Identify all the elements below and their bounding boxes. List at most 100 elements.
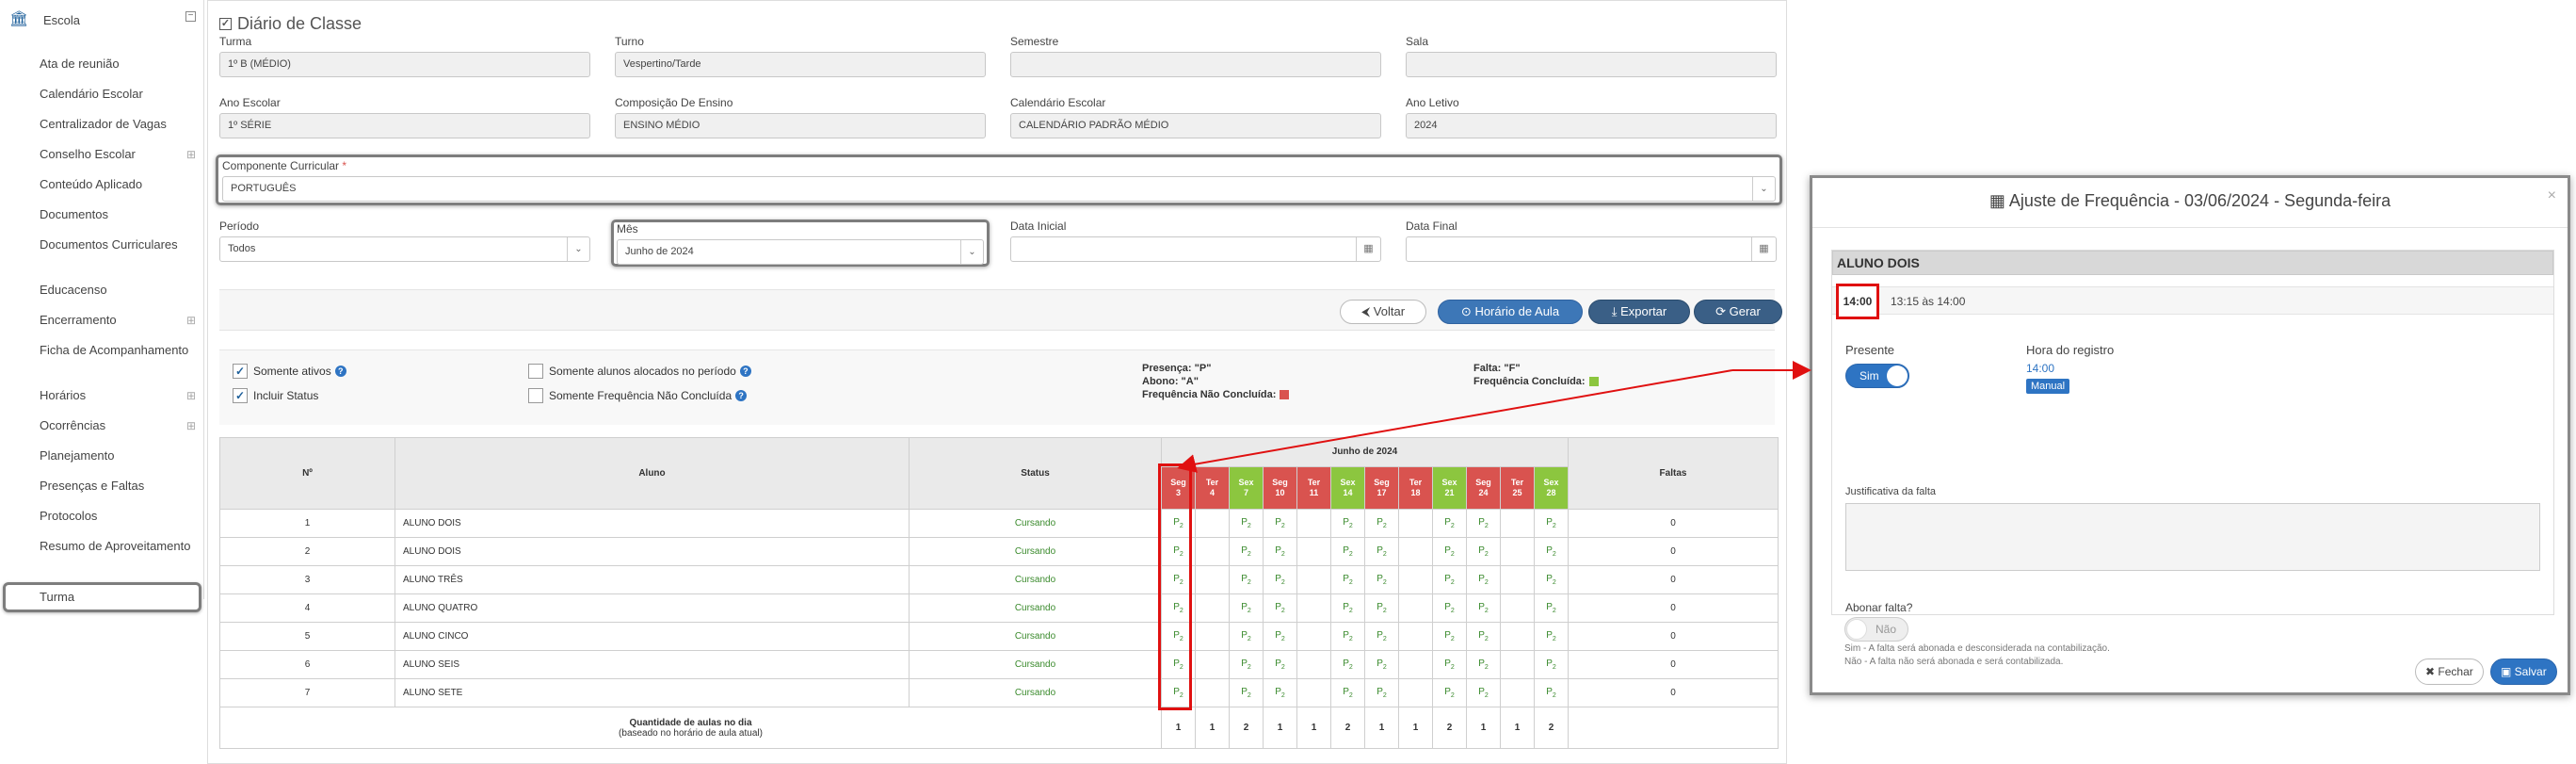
- attendance-cell[interactable]: [1296, 678, 1331, 707]
- attendance-cell[interactable]: [1500, 678, 1535, 707]
- attendance-cell[interactable]: P2: [1330, 565, 1365, 594]
- day-header[interactable]: Ter 4: [1195, 465, 1230, 511]
- attendance-cell[interactable]: P2: [1364, 622, 1399, 651]
- voltar-button[interactable]: ⮜ Voltar: [1340, 300, 1426, 324]
- day-header[interactable]: Seg 10: [1263, 465, 1297, 511]
- attendance-cell[interactable]: [1398, 509, 1433, 538]
- attendance-cell[interactable]: P2: [1432, 537, 1467, 566]
- attendance-cell[interactable]: P2: [1263, 509, 1297, 538]
- sidebar-item[interactable]: Resumo de Aproveitamento: [0, 531, 203, 577]
- day-header[interactable]: Seg 17: [1364, 465, 1399, 511]
- attendance-cell[interactable]: P2: [1263, 565, 1297, 594]
- sidebar-item[interactable]: Protocolos: [0, 501, 203, 531]
- day-header[interactable]: Sex 21: [1432, 465, 1467, 511]
- attendance-cell[interactable]: P2: [1534, 509, 1569, 538]
- attendance-cell[interactable]: P2: [1263, 537, 1297, 566]
- calendar-icon[interactable]: ▦: [1751, 237, 1776, 261]
- sidebar-item[interactable]: Horários ⊞: [0, 381, 203, 411]
- attendance-cell[interactable]: [1500, 593, 1535, 623]
- mes-select[interactable]: Junho de 2024 ⌄: [617, 239, 984, 265]
- day-header[interactable]: Ter 18: [1398, 465, 1433, 511]
- abonar-toggle[interactable]: Não: [1844, 617, 1908, 642]
- attendance-cell[interactable]: P2: [1364, 509, 1399, 538]
- day-header[interactable]: Ter 11: [1296, 465, 1331, 511]
- attendance-cell[interactable]: [1195, 593, 1230, 623]
- semestre-input[interactable]: [1010, 52, 1381, 77]
- day-header[interactable]: Sex 14: [1330, 465, 1365, 511]
- attendance-cell[interactable]: P2: [1432, 678, 1467, 707]
- expand-icon[interactable]: ⊞: [186, 420, 196, 431]
- slot-time-button[interactable]: 14:00: [1836, 284, 1879, 319]
- attendance-cell[interactable]: P2: [1330, 593, 1365, 623]
- alocados-checkbox[interactable]: Somente alunos alocados no período?: [528, 364, 751, 379]
- day-header[interactable]: Seg 24: [1466, 465, 1501, 511]
- attendance-cell[interactable]: P2: [1466, 565, 1501, 594]
- nao-concluida-checkbox[interactable]: Somente Frequência Não Concluída?: [528, 388, 748, 403]
- attendance-cell[interactable]: [1296, 622, 1331, 651]
- attendance-cell[interactable]: P2: [1229, 593, 1264, 623]
- day-header[interactable]: Sex 7: [1229, 465, 1264, 511]
- attendance-cell[interactable]: [1398, 593, 1433, 623]
- sidebar-item[interactable]: Encerramento ⊞: [0, 305, 203, 335]
- expand-icon[interactable]: ⊞: [186, 390, 196, 401]
- attendance-cell[interactable]: [1398, 650, 1433, 679]
- attendance-cell[interactable]: P2: [1432, 593, 1467, 623]
- justificativa-textarea[interactable]: [1845, 503, 2540, 571]
- attendance-cell[interactable]: P2: [1364, 537, 1399, 566]
- close-icon[interactable]: ×: [2548, 187, 2556, 204]
- attendance-cell[interactable]: [1195, 537, 1230, 566]
- sala-input[interactable]: [1406, 52, 1777, 77]
- exportar-button[interactable]: ⤓ Exportar: [1588, 300, 1690, 324]
- attendance-cell[interactable]: P2: [1534, 593, 1569, 623]
- attendance-cell[interactable]: P2: [1534, 622, 1569, 651]
- attendance-cell[interactable]: P2: [1330, 678, 1365, 707]
- attendance-cell[interactable]: P2: [1432, 565, 1467, 594]
- attendance-cell[interactable]: [1296, 565, 1331, 594]
- presente-toggle[interactable]: Sim: [1845, 364, 1909, 388]
- calendario-input[interactable]: CALENDÁRIO PADRÃO MÉDIO: [1010, 113, 1381, 138]
- attendance-cell[interactable]: P2: [1466, 622, 1501, 651]
- attendance-cell[interactable]: [1296, 650, 1331, 679]
- attendance-cell[interactable]: P2: [1432, 622, 1467, 651]
- turno-input[interactable]: Vespertino/Tarde: [615, 52, 986, 77]
- attendance-cell[interactable]: [1195, 678, 1230, 707]
- day-header[interactable]: Ter 25: [1500, 465, 1535, 511]
- attendance-cell[interactable]: P2: [1229, 622, 1264, 651]
- somente-ativos-checkbox[interactable]: ✓ Somente ativos?: [233, 364, 346, 379]
- attendance-cell[interactable]: P2: [1229, 537, 1264, 566]
- attendance-cell[interactable]: P2: [1330, 509, 1365, 538]
- attendance-cell[interactable]: P2: [1534, 537, 1569, 566]
- attendance-cell[interactable]: P2: [1263, 593, 1297, 623]
- attendance-cell[interactable]: [1398, 537, 1433, 566]
- attendance-cell[interactable]: [1500, 537, 1535, 566]
- attendance-cell[interactable]: P2: [1229, 678, 1264, 707]
- incluir-status-checkbox[interactable]: ✓ Incluir Status: [233, 388, 318, 403]
- attendance-cell[interactable]: P2: [1229, 650, 1264, 679]
- sidebar-item[interactable]: Ficha de Acompanhamento: [0, 335, 203, 381]
- attendance-cell[interactable]: P2: [1263, 678, 1297, 707]
- attendance-cell[interactable]: [1296, 509, 1331, 538]
- ano-escolar-input[interactable]: 1º SÉRIE: [219, 113, 590, 138]
- attendance-cell[interactable]: P2: [1330, 650, 1365, 679]
- attendance-cell[interactable]: P2: [1534, 650, 1569, 679]
- sidebar-item[interactable]: Conteúdo Aplicado: [0, 170, 203, 200]
- attendance-cell[interactable]: P2: [1364, 593, 1399, 623]
- horario-aula-button[interactable]: ⊙ Horário de Aula: [1438, 300, 1583, 324]
- attendance-cell[interactable]: P2: [1466, 593, 1501, 623]
- attendance-cell[interactable]: [1500, 509, 1535, 538]
- gerar-button[interactable]: ⟳ Gerar: [1694, 300, 1782, 324]
- data-inicial-input[interactable]: ▦: [1010, 236, 1381, 262]
- day-header[interactable]: Sex 28: [1534, 465, 1569, 511]
- attendance-cell[interactable]: [1500, 622, 1535, 651]
- attendance-cell[interactable]: P2: [1466, 509, 1501, 538]
- attendance-cell[interactable]: [1296, 593, 1331, 623]
- attendance-cell[interactable]: P2: [1263, 650, 1297, 679]
- attendance-cell[interactable]: P2: [1466, 678, 1501, 707]
- attendance-cell[interactable]: P2: [1330, 622, 1365, 651]
- attendance-cell[interactable]: [1195, 622, 1230, 651]
- sidebar-item[interactable]: Calendário Escolar: [0, 79, 203, 109]
- attendance-cell[interactable]: P2: [1534, 678, 1569, 707]
- attendance-cell[interactable]: P2: [1432, 509, 1467, 538]
- attendance-cell[interactable]: [1398, 678, 1433, 707]
- sidebar-item[interactable]: Educacenso: [0, 275, 203, 305]
